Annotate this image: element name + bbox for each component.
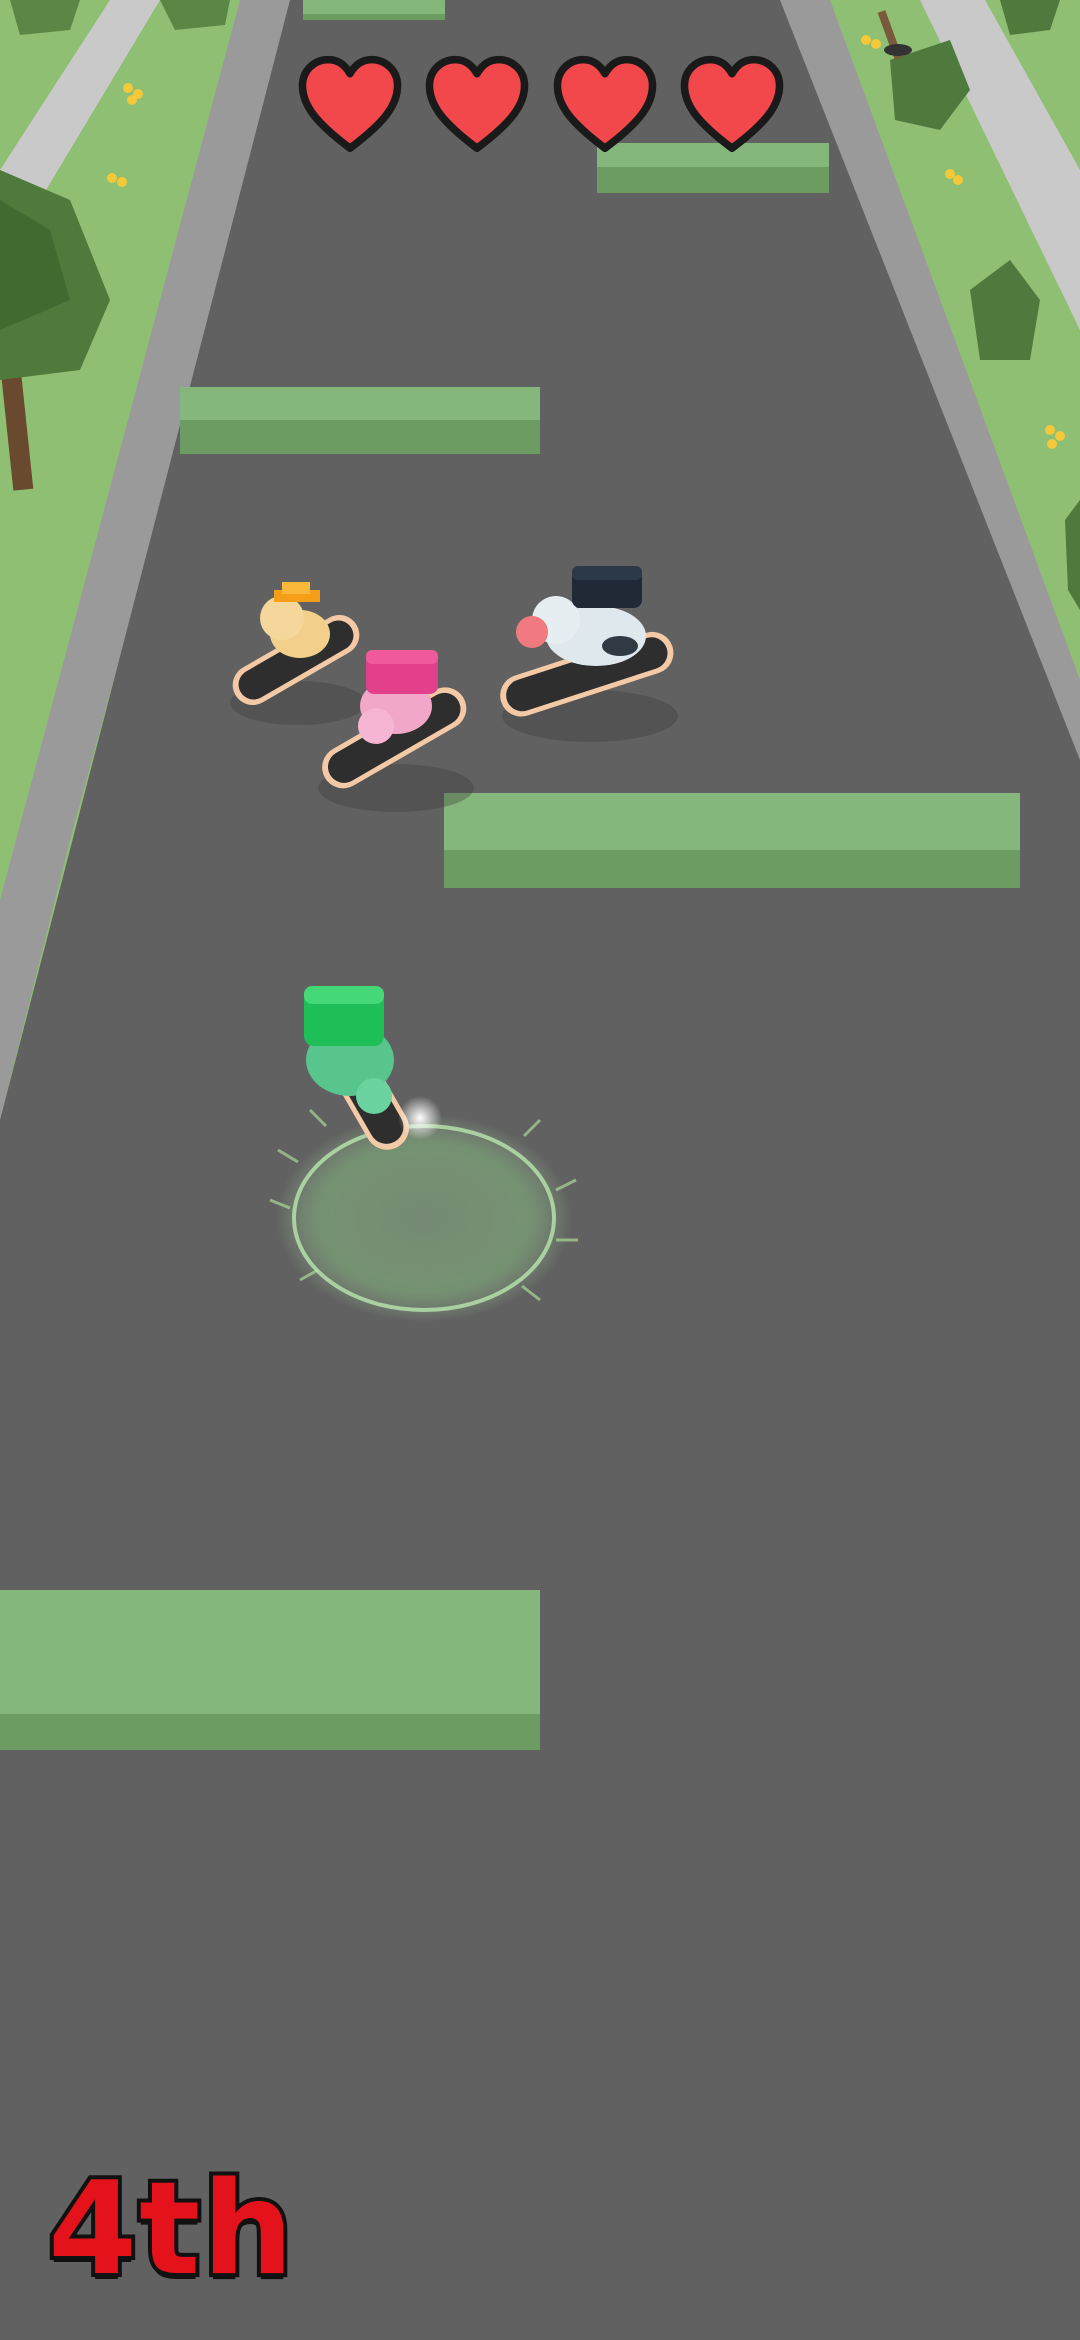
heart-icon <box>426 55 529 152</box>
race-position-label: 4th <box>44 2155 297 2304</box>
game-scene <box>0 0 1080 2340</box>
heart-icon <box>553 55 656 152</box>
bush-top-left <box>10 0 80 35</box>
heart-icon <box>298 55 402 152</box>
heart-icon <box>680 55 784 152</box>
barrier-top-left-edge <box>303 0 445 20</box>
barrier-3 <box>444 793 1020 888</box>
barrier-2 <box>180 387 540 454</box>
lives-bar <box>296 50 786 160</box>
barrier-4 <box>0 1590 540 1750</box>
